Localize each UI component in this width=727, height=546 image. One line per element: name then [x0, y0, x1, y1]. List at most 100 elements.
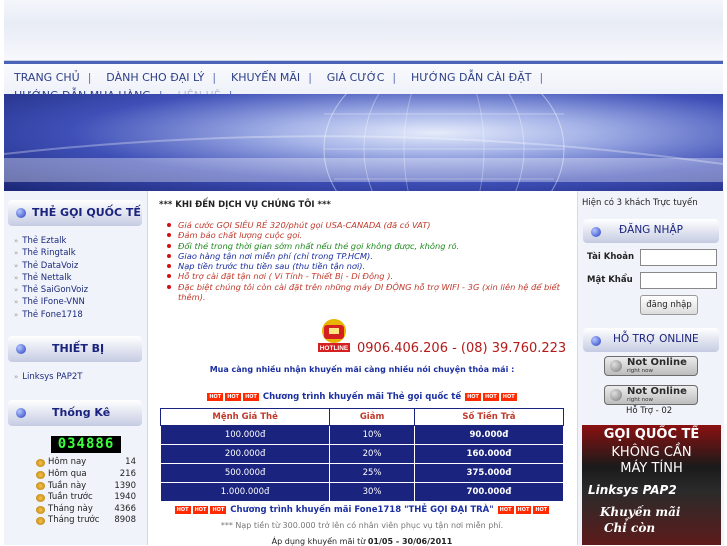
- promo-title-intl: HOT HOT HOT Chương trình khuyến mãi Thẻ gọ…: [207, 392, 517, 402]
- list-item[interactable]: » Thẻ DataVoiz: [14, 261, 147, 273]
- list-item[interactable]: » Thẻ SaiGonVoiz: [14, 285, 147, 297]
- list-item[interactable]: » Thẻ Nettalk: [14, 273, 147, 285]
- nav-item-home[interactable]: TRANG CHỦ |: [14, 69, 99, 87]
- stats-section-header: Thống Kê: [8, 400, 142, 427]
- nav-separator: |: [539, 71, 544, 84]
- list-item[interactable]: » Thẻ Eztalk: [14, 236, 147, 248]
- nav-item-rates[interactable]: GIÁ CƯỚC |: [327, 69, 404, 87]
- login-header: ĐĂNG NHẬP: [583, 219, 719, 243]
- double-chevron-icon: »: [14, 237, 19, 245]
- top-band: [4, 0, 723, 60]
- bullet-icon: [16, 408, 26, 419]
- bullet-icon: [16, 344, 26, 355]
- double-chevron-icon: »: [14, 373, 19, 382]
- username-input[interactable]: [640, 249, 717, 266]
- nav-separator: |: [212, 71, 217, 84]
- stat-row: Tháng trước 8908: [36, 515, 136, 527]
- double-chevron-icon: »: [14, 261, 19, 270]
- right-sidebar: Hiện có 3 khách Trực tuyến ĐĂNG NHẬP Tài…: [577, 191, 724, 545]
- support-label: Hỗ Trợ - 02: [626, 406, 673, 416]
- hot-badge: HOT: [243, 392, 259, 401]
- double-chevron-icon: »: [14, 286, 19, 295]
- nav-separator: |: [392, 71, 397, 84]
- bullet-icon: [591, 227, 601, 237]
- users-icon: [36, 493, 45, 502]
- cards-section-header: THẺ GỌI QUỐC TẾ: [8, 200, 142, 226]
- nav-item-dealer[interactable]: DÀNH CHO ĐẠI LÝ |: [106, 69, 224, 87]
- double-chevron-icon: »: [14, 310, 19, 319]
- nav-separator: |: [308, 71, 312, 84]
- visitor-counter: 034886: [51, 436, 121, 454]
- login-button[interactable]: đăng nhập: [640, 295, 698, 315]
- list-item[interactable]: » Thẻ Fone1718: [14, 310, 147, 322]
- cards-list: » Thẻ Eztalk » Thẻ Ringtalk » Thẻ DataVoiz …: [14, 236, 147, 322]
- support-status-button-2[interactable]: Not Online right now: [604, 385, 698, 405]
- list-item[interactable]: » Thẻ Ringtalk: [14, 248, 147, 260]
- hot-badge: HOT: [500, 392, 517, 401]
- username-label: Tài Khoản: [587, 252, 634, 262]
- bullet-icon: [16, 208, 26, 218]
- hot-badge: HOT: [497, 505, 514, 514]
- stat-row: Tuần này 1390: [36, 481, 136, 493]
- list-item[interactable]: » Linksys PAP2T: [14, 372, 147, 384]
- column-header: Giảm: [329, 408, 415, 426]
- hot-badge: HOT: [207, 392, 224, 401]
- promo-intro: Mua càng nhiều nhận khuyến mãi càng nhiề…: [209, 365, 515, 374]
- bullet-item: Hỗ trợ cài đặt tận nơi ( Vi Tính - Thiết…: [167, 271, 568, 281]
- hotline-number[interactable]: 0906.406.206 - (08) 39.760.223: [357, 341, 566, 356]
- stat-row: Hôm nay 14: [36, 457, 136, 469]
- delivery-note: *** Nạp tiền từ 300.000 trở lên có nhân …: [220, 521, 504, 530]
- users-icon: [36, 470, 45, 479]
- promo-title-fone1718: HOT HOT HOT Chương trình khuyến mãi Fone17…: [174, 505, 550, 515]
- bullet-item: Đảm bảo chất lượng cuộc gọi.: [167, 230, 568, 240]
- main-navigation: TRANG CHỦ | DÀNH CHO ĐẠI LÝ | KHUYẾN MÃI | …: [4, 60, 723, 102]
- nav-item-promotion[interactable]: KHUYẾN MÃI |: [231, 69, 320, 87]
- hot-badge: HOT: [533, 505, 550, 514]
- price-table: Mệnh Giá Thẻ Giảm Số Tiền Trả 100.000đ 10…: [159, 408, 565, 502]
- password-label: Mật Khẩu: [587, 275, 633, 285]
- stat-row: Hôm qua 216: [36, 469, 136, 481]
- welcome-heading: *** KHI ĐẾN DỊCH VỤ CHÚNG TÔI ***: [159, 200, 331, 210]
- table-row: 200.000đ 20% 160.000đ: [159, 444, 565, 464]
- support-status-button-1[interactable]: Not Online right now: [604, 356, 698, 376]
- hot-badge: HOT: [465, 392, 481, 401]
- bullet-item: Giá cước GỌI SIÊU RẺ 320/phút gọi USA-CA…: [167, 220, 568, 230]
- table-row: 100.000đ 10% 90.000đ: [159, 425, 565, 445]
- double-chevron-icon: »: [14, 273, 19, 282]
- bullet-item: Giao hàng tận nơi miễn phí (chỉ trong TP…: [167, 251, 568, 261]
- users-icon: [36, 517, 45, 526]
- hot-badge: HOT: [225, 392, 242, 401]
- bullet-item: Nạp tiền trước thu tiền sau (thu tiền tậ…: [167, 261, 568, 271]
- devices-section-header: THIẾT BỊ: [8, 336, 142, 363]
- support-header: HỖ TRỢ ONLINE: [583, 328, 719, 352]
- devices-list: » Linksys PAP2T: [14, 372, 147, 384]
- service-bullets: Giá cước GỌI SIÊU RẺ 320/phút gọi USA-CA…: [167, 220, 568, 302]
- hot-badge: HOT: [174, 505, 191, 514]
- password-input[interactable]: [640, 272, 717, 289]
- table-row: 1.000.000đ 30% 700.000đ: [159, 482, 565, 502]
- hot-badge: HOT: [192, 505, 209, 514]
- table-header-row: Mệnh Giá Thẻ Giảm Số Tiền Trả: [159, 408, 565, 426]
- nav-top-line: [4, 61, 723, 64]
- users-icon: [36, 459, 45, 468]
- column-header: Số Tiền Trả: [413, 408, 565, 426]
- left-sidebar: THẺ GỌI QUỐC TẾ » Thẻ Eztalk » Thẻ Ringtal…: [4, 191, 148, 545]
- bullet-icon: [591, 336, 601, 346]
- bullet-item: Đổi thẻ trong thời gian sớm nhất nếu thẻ…: [167, 241, 568, 251]
- online-count: Hiện có 3 khách Trực tuyến: [582, 198, 698, 208]
- hot-badge: HOT: [210, 505, 227, 514]
- users-icon: [36, 505, 45, 514]
- advert-banner[interactable]: GỌI QUỐC TẾ KHÔNG CẦN MÁY TÍNH Linksys P…: [582, 425, 721, 545]
- nav-item-install-guide[interactable]: HƯỚNG DẪN CÀI ĐẶT |: [411, 69, 551, 87]
- table-row: 500.000đ 25% 375.000đ: [159, 463, 565, 483]
- status-ball-icon: [610, 389, 622, 401]
- nav-separator: |: [87, 71, 92, 84]
- stat-row: Tháng này 4366: [36, 504, 136, 516]
- stat-row: Tuần trước 1940: [36, 492, 136, 504]
- list-item[interactable]: » Thẻ IFone-VNN: [14, 297, 147, 309]
- hotline-label: HOTLINE: [320, 345, 349, 352]
- globe-banner: [4, 94, 723, 191]
- banner-strip: [4, 158, 723, 182]
- status-ball-icon: [610, 360, 622, 372]
- hot-badge: HOT: [482, 392, 499, 401]
